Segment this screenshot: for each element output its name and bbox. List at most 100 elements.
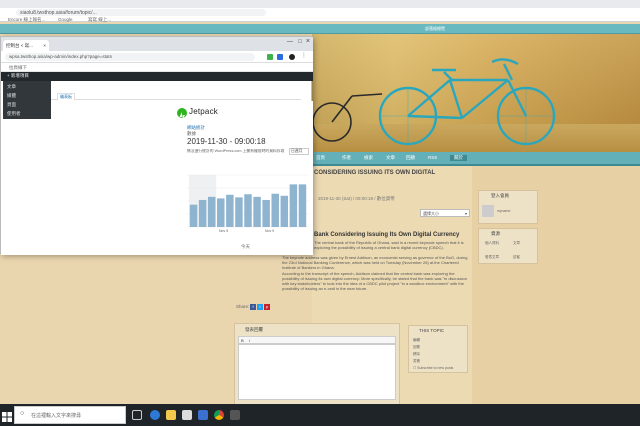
reply-box: 發表回覆 B i — [234, 323, 400, 411]
subscribe-checkbox[interactable]: ☐ Subscribe to new posts — [413, 366, 453, 370]
background-browser-toolbar: xiaolu8.twsthop.asia/forum/topic/... Enc… — [0, 0, 640, 22]
nav-about[interactable]: 關於 — [450, 155, 467, 161]
windows-start-icon[interactable] — [2, 409, 12, 422]
fg-browser-tab[interactable]: 控制台 < 寫... × — [3, 40, 49, 51]
nav-rss[interactable]: RSS — [428, 155, 437, 160]
close-icon[interactable]: × — [43, 43, 46, 48]
twitter-share-icon[interactable]: t — [257, 304, 263, 310]
tab-dashboard[interactable]: 儀表板 — [57, 93, 75, 100]
nav-search[interactable]: 檢索 — [364, 155, 373, 161]
folder-icon[interactable] — [166, 410, 176, 420]
mail-icon[interactable] — [198, 410, 208, 420]
fg-bookmark-item[interactable]: 拉頁線下 — [9, 65, 27, 71]
chart-bar-6[interactable] — [235, 197, 243, 227]
profile-avatar-icon[interactable] — [289, 54, 295, 60]
tools-widget: 資源 個人資料 文章 發表文章 訪客 — [478, 228, 538, 264]
fg-address-bar[interactable]: wpsa.twsthop.asia/wp-admin/index.php?pag… — [5, 53, 255, 61]
topic-reply-link[interactable]: 回覆 — [413, 345, 420, 350]
taskbar-search-input[interactable]: ○ 在這裡輸入文字來搜尋 — [14, 406, 126, 424]
menu-dots-icon[interactable]: ⋮ — [301, 52, 307, 59]
hero-bicycle-image — [312, 34, 640, 152]
topic-widget-title: THIS TOPIC — [419, 328, 445, 333]
font-size-select[interactable]: 選擇大小 ▾ — [420, 209, 470, 217]
period-selector[interactable]: 日週月 — [289, 148, 309, 155]
background-bookmark-3[interactable]: 寫寫 線上... — [88, 17, 111, 23]
article-title: Bank Considering Issuing Its Own Digital… — [314, 232, 460, 238]
chart-bar-5[interactable] — [226, 194, 234, 227]
extension-icon[interactable] — [267, 54, 273, 60]
chart-bar-12[interactable] — [289, 184, 298, 227]
facebook-share-icon[interactable]: f — [250, 304, 256, 310]
article-paragraph-2: The keynote address was given by Ernest … — [282, 255, 468, 270]
article-meta: 2019-11-30 (Sat) / 09:00:18 / 數位貨幣 — [318, 196, 395, 201]
maximize-button[interactable]: □ — [298, 39, 302, 45]
dashboard-tabs: 儀表板 — [31, 93, 301, 100]
nav-review[interactable]: 回顧 — [406, 155, 415, 161]
chart-axis-label-right: Nov 9 — [265, 229, 275, 233]
topic-edit-link[interactable]: 編輯 — [413, 338, 420, 343]
jetpack-logo-icon — [177, 108, 187, 120]
bold-button[interactable]: B — [241, 338, 244, 343]
dropdown-media[interactable]: 媒體 — [7, 93, 16, 99]
topic-widget: THIS TOPIC 編輯 回覆 移除 書籤 ☐ Subscribe to ne… — [408, 325, 468, 373]
stats-datetime: 2019-11-30 - 09:00:18 — [187, 137, 266, 146]
site-topbar: 部落格總覽 — [0, 24, 640, 34]
nav-author[interactable]: 作者 — [342, 155, 351, 161]
topic-bookmark-link[interactable]: 書籤 — [413, 359, 420, 364]
nav-home[interactable]: 首頁 — [316, 155, 325, 161]
fg-bookmark-bar: 拉頁線下 — [1, 63, 313, 72]
background-bookmark[interactable]: Encore 線上報名... — [8, 17, 45, 23]
reply-textarea[interactable] — [238, 344, 396, 400]
edge-icon[interactable] — [150, 410, 160, 420]
store-icon[interactable] — [182, 410, 192, 420]
login-username[interactable]: myname — [497, 209, 510, 213]
reply-toolbar: B i — [238, 336, 396, 344]
background-url-bar[interactable]: xiaolu8.twsthop.asia/forum/topic/... — [16, 9, 266, 16]
tool-visitors[interactable]: 訪客 — [513, 255, 520, 260]
tool-articles[interactable]: 文章 — [513, 241, 520, 246]
settings-icon[interactable] — [230, 410, 240, 420]
chart-bar-1[interactable] — [189, 204, 198, 227]
site-navigation: 首頁 作者 檢索 文章 回顧 RSS 關於 — [312, 152, 640, 166]
article-heading: CONSIDERING ISSUING ITS OWN DIGITAL — [314, 170, 436, 176]
extension-icon-2[interactable] — [277, 54, 283, 60]
nav-articles[interactable]: 文章 — [386, 155, 395, 161]
chevron-down-icon: ▾ — [464, 211, 467, 216]
chart-bar-2[interactable] — [198, 199, 207, 227]
italic-button[interactable]: i — [249, 338, 250, 343]
chart-bar-13[interactable] — [298, 184, 307, 227]
chart-bar-10[interactable] — [271, 193, 279, 227]
chart-axis-label-left: Nov 5 — [219, 229, 229, 233]
search-icon: ○ — [20, 410, 25, 417]
dropdown-user[interactable]: 使用者 — [7, 111, 21, 117]
chart-bar-11[interactable] — [280, 195, 289, 227]
chart-footer-today: 今天 — [241, 244, 250, 249]
pinterest-share-icon[interactable]: p — [264, 304, 270, 310]
chrome-icon[interactable] — [214, 410, 224, 420]
window-close-button[interactable]: × — [306, 38, 310, 45]
period-month[interactable]: 月 — [299, 149, 303, 153]
minimize-button[interactable]: — — [287, 39, 293, 45]
windows-taskbar: ○ 在這裡輸入文字來搜尋 — [0, 404, 640, 426]
dropdown-post[interactable]: 文章 — [7, 84, 16, 90]
chart-bar-3[interactable] — [207, 196, 216, 227]
visits-bar-chart — [187, 174, 309, 228]
tool-post[interactable]: 發表文章 — [485, 255, 499, 260]
chart-bar-8[interactable] — [253, 196, 261, 227]
chart-bar-7[interactable] — [244, 194, 252, 227]
background-bookmark-google[interactable]: Google — [58, 17, 73, 22]
share-label: Share: — [236, 304, 250, 309]
chart-bar-4[interactable] — [217, 198, 225, 227]
chart-bar-9[interactable] — [262, 199, 270, 227]
wp-admin-bar: + 新增項目 — [1, 72, 313, 81]
login-widget-title: 登入會員 — [491, 193, 509, 198]
dropdown-page[interactable]: 頁面 — [7, 102, 16, 108]
article-paragraph-1: The central bank of the Republic of Ghan… — [314, 240, 464, 250]
new-item-dropdown: 文章 媒體 頁面 使用者 — [3, 81, 51, 119]
article-paragraph-3: According to the transcript of the speec… — [282, 271, 467, 291]
new-item-menu[interactable]: + 新增項目 — [7, 73, 29, 79]
topic-remove-link[interactable]: 移除 — [413, 352, 420, 357]
task-view-icon[interactable] — [132, 410, 142, 420]
reply-label: 發表回覆 — [245, 327, 263, 332]
tool-profile[interactable]: 個人資料 — [485, 241, 499, 246]
